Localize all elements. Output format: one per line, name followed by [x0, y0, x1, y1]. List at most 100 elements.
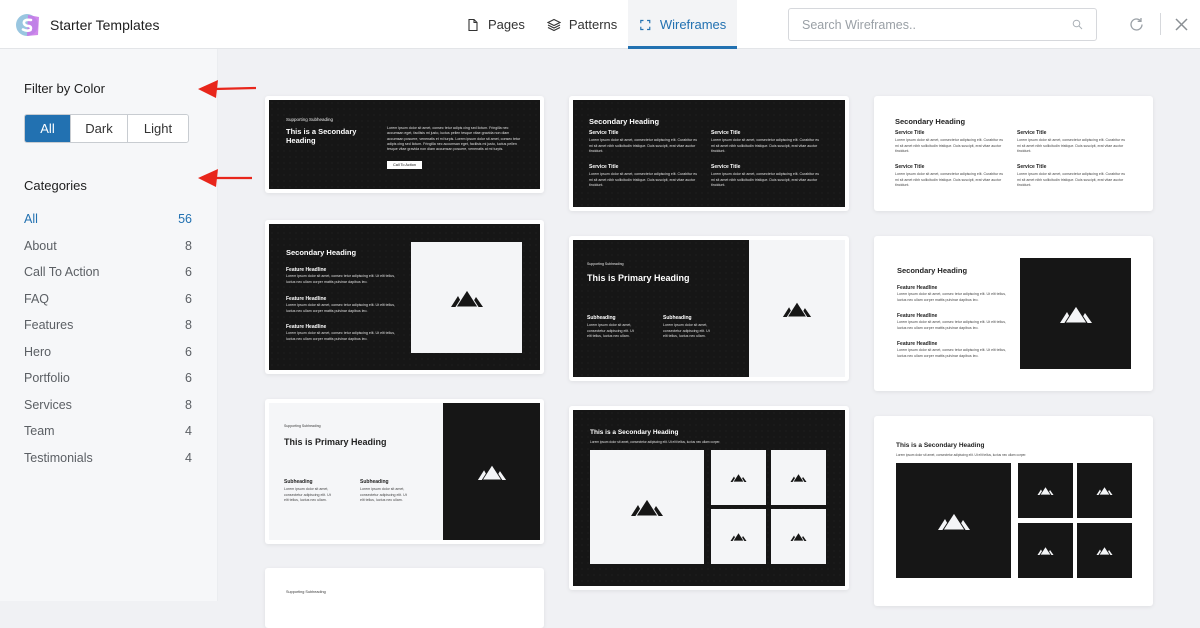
wf-heading: Secondary Heading	[286, 248, 357, 257]
wireframe-card-services-dark[interactable]: Secondary Heading Service Title Lorem ip…	[569, 96, 849, 211]
category-item-call-to-action[interactable]: Call To Action 6	[24, 259, 192, 286]
mountain-image-icon	[477, 463, 506, 480]
category-item-services[interactable]: Services 8	[24, 392, 192, 419]
wireframe-preview: Secondary Heading Feature Headline Lorem…	[269, 224, 540, 370]
wf-item-title: Feature Headline	[286, 296, 327, 302]
wf-item-body: Lorem ipsum dolor sit amet, consectetur …	[1017, 138, 1126, 154]
search-icon[interactable]	[1072, 19, 1083, 30]
category-count: 8	[185, 397, 192, 412]
wireframe-preview: This is a Secondary Heading Lorem ipsum …	[573, 410, 845, 586]
color-filter-all[interactable]: All	[25, 115, 71, 142]
wireframe-preview: Supporting Subheading This is Primary He…	[573, 240, 845, 377]
wireframe-card-services-light[interactable]: Secondary Heading Service Title Lorem ip…	[874, 96, 1153, 211]
category-item-about[interactable]: About 8	[24, 233, 192, 260]
wireframe-grid: Supporting Subheading This is a Secondar…	[219, 49, 1200, 628]
layers-icon	[546, 18, 561, 31]
category-label: Team	[24, 424, 55, 439]
close-icon[interactable]	[1174, 17, 1189, 32]
mountain-image-icon	[450, 288, 483, 307]
wf-item-title: Service Title	[589, 164, 619, 170]
wf-item-body: Lorem ipsum dolor sit amet, consectetur …	[895, 172, 1004, 188]
wireframe-preview: Supporting Subheading This is Primary He…	[269, 403, 540, 540]
mountain-image-icon	[782, 300, 812, 317]
tab-patterns[interactable]: Patterns	[536, 0, 628, 49]
wf-subheading: Supporting Subheading	[286, 117, 334, 122]
wf-col-body: Lorem ipsum dolor sit amet, consectetur …	[284, 487, 331, 503]
wf-item-title: Service Title	[711, 130, 741, 136]
wf-col-title: Subheading	[663, 315, 692, 321]
image-placeholder	[443, 403, 540, 540]
category-item-team[interactable]: Team 4	[24, 418, 192, 445]
category-label: All	[24, 212, 38, 227]
wf-heading: Secondary Heading	[589, 117, 660, 126]
wireframe-card-cta-dark[interactable]: Supporting Subheading This is a Secondar…	[265, 96, 544, 193]
image-placeholder	[1018, 463, 1073, 518]
wf-col-title: Subheading	[587, 315, 616, 321]
wireframe-preview: Secondary Heading Service Title Lorem ip…	[878, 100, 1149, 207]
frame-icon	[640, 19, 651, 30]
wf-col-body: Lorem ipsum dolor sit amet, consectetur …	[663, 323, 710, 339]
starter-templates-logo-icon	[16, 14, 39, 36]
wireframe-card-partial[interactable]: Supporting Subheading	[265, 568, 544, 628]
wf-item-body: Lorem ipsum dolor sit amet, consec tetur…	[286, 331, 396, 341]
tab-wireframes[interactable]: Wireframes	[628, 0, 738, 49]
category-label: Hero	[24, 344, 52, 359]
category-count: 8	[185, 318, 192, 333]
color-filter-light[interactable]: Light	[128, 115, 188, 142]
wf-col-title: Subheading	[284, 479, 313, 485]
wf-item-title: Service Title	[895, 164, 925, 170]
top-bar: Starter Templates Pages Patterns Wirefra…	[0, 0, 1200, 49]
category-item-hero[interactable]: Hero 6	[24, 339, 192, 366]
search-box	[788, 8, 1097, 41]
page-icon	[468, 18, 478, 31]
wf-item-body: Lorem ipsum dolor sit amet, consectetur …	[589, 172, 698, 188]
wf-item-body: Lorem ipsum dolor sit amet, consec tetur…	[897, 348, 1007, 358]
image-placeholder	[1077, 463, 1132, 518]
wf-item-body: Lorem ipsum dolor sit amet, consec tetur…	[286, 274, 396, 284]
wf-heading: Secondary Heading	[897, 266, 968, 275]
wireframe-card-gallery-light[interactable]: This is a Secondary Heading Lorem ipsum …	[874, 416, 1153, 606]
mountain-image-icon	[790, 473, 807, 482]
wf-item-title: Feature Headline	[897, 285, 938, 291]
category-item-testimonials[interactable]: Testimonials 4	[24, 445, 192, 472]
mountain-image-icon	[1059, 304, 1092, 323]
wireframe-card-features-light[interactable]: Secondary Heading Feature Headline Lorem…	[874, 236, 1153, 391]
color-filter-dark[interactable]: Dark	[71, 115, 128, 142]
category-count: 8	[185, 238, 192, 253]
category-count: 6	[185, 265, 192, 280]
wf-item-body: Lorem ipsum dolor sit amet, consectetur …	[711, 138, 820, 154]
category-item-features[interactable]: Features 8	[24, 312, 192, 339]
category-count: 6	[185, 291, 192, 306]
wireframe-card-hero-light[interactable]: Supporting Subheading This is Primary He…	[265, 399, 544, 544]
wf-heading: This is Primary Heading	[284, 437, 387, 447]
category-label: About	[24, 238, 57, 253]
wf-heading: This is a Secondary Heading	[286, 127, 357, 145]
main-tabs: Pages Patterns Wireframes	[455, 0, 738, 49]
category-count: 4	[185, 424, 192, 439]
wf-col-body: Lorem ipsum dolor sit amet, consectetur …	[360, 487, 407, 503]
mountain-image-icon	[790, 532, 807, 541]
wf-item-body: Lorem ipsum dolor sit amet, consectetur …	[895, 138, 1004, 154]
category-item-faq[interactable]: FAQ 6	[24, 286, 192, 313]
search-input[interactable]	[802, 17, 1072, 32]
wf-col-body: Lorem ipsum dolor sit amet, consectetur …	[587, 323, 634, 339]
wf-item-body: Lorem ipsum dolor sit amet, consectetur …	[589, 138, 698, 154]
wireframe-card-features-dark[interactable]: Secondary Heading Feature Headline Lorem…	[265, 220, 544, 374]
wireframe-card-gallery-dark[interactable]: This is a Secondary Heading Lorem ipsum …	[569, 406, 849, 590]
image-placeholder	[1077, 523, 1132, 578]
wireframe-card-hero-dark[interactable]: Supporting Subheading This is Primary He…	[569, 236, 849, 381]
wf-item-body: Lorem ipsum dolor sit amet, consectetur …	[711, 172, 820, 188]
wf-body: Lorem ipsum dolor sit amet, consectetur …	[896, 453, 1027, 457]
tab-pages[interactable]: Pages	[455, 0, 536, 49]
wf-heading: Secondary Heading	[895, 117, 966, 126]
category-item-portfolio[interactable]: Portfolio 6	[24, 365, 192, 392]
wf-item-title: Service Title	[589, 130, 619, 136]
color-filter-group: All Dark Light	[24, 114, 189, 143]
category-label: Portfolio	[24, 371, 70, 386]
wireframe-preview: This is a Secondary Heading Lorem ipsum …	[878, 420, 1149, 602]
category-item-all[interactable]: All 56	[24, 206, 192, 233]
mountain-image-icon	[1037, 486, 1054, 495]
refresh-icon[interactable]	[1128, 16, 1145, 33]
category-label: FAQ	[24, 291, 50, 306]
wf-item-title: Feature Headline	[286, 324, 327, 330]
